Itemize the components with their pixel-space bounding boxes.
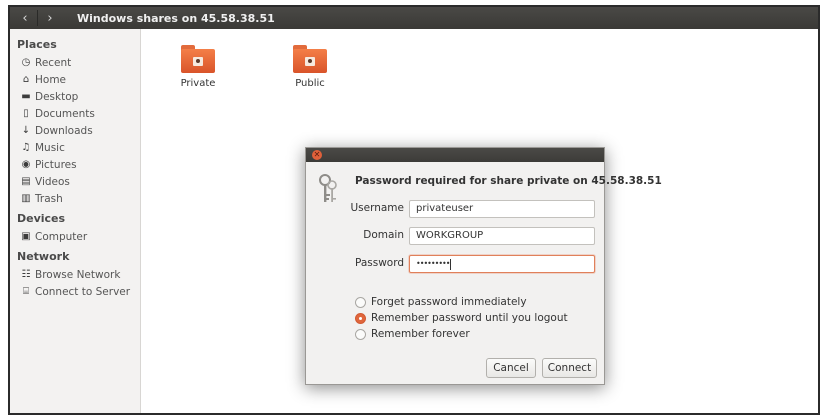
- share-item-private[interactable]: Private: [168, 45, 228, 89]
- sidebar-item-label: Desktop: [35, 90, 79, 103]
- sidebar-item-label: Browse Network: [35, 268, 121, 281]
- sidebar-item-label: Computer: [35, 230, 88, 243]
- nav-separator: [37, 10, 38, 26]
- connect-button[interactable]: Connect: [542, 358, 597, 378]
- username-row: Username privateuser: [306, 200, 606, 218]
- computer-icon: ▣: [21, 231, 31, 242]
- sidebar-item-label: Downloads: [35, 124, 93, 137]
- dialog-heading: Password required for share private on 4…: [355, 175, 662, 187]
- share-label: Private: [180, 78, 216, 89]
- radio-button[interactable]: [355, 296, 366, 308]
- sidebar-item-music[interactable]: ♫ Music: [10, 139, 140, 156]
- cancel-button[interactable]: Cancel: [486, 358, 536, 378]
- music-icon: ♫: [21, 142, 31, 153]
- home-icon: ⌂: [22, 74, 30, 85]
- username-label: Username: [350, 202, 404, 214]
- chevron-left-icon: ‹: [22, 10, 28, 26]
- close-button[interactable]: ✕: [312, 150, 322, 160]
- sidebar-item-label: Pictures: [35, 158, 77, 171]
- shared-folder-icon: [181, 45, 215, 75]
- password-field[interactable]: •••••••••: [409, 255, 595, 273]
- share-label: Public: [295, 78, 325, 89]
- sidebar-item-pictures[interactable]: ◉ Pictures: [10, 156, 140, 173]
- film-icon: ▤: [21, 176, 31, 187]
- radio-forget-immediately[interactable]: Forget password immediately: [355, 294, 527, 310]
- sidebar: Places ◷ Recent ⌂ Home ▬ Desktop ▯ Docum…: [10, 29, 141, 413]
- radio-label: Remember forever: [371, 328, 470, 340]
- radio-label: Forget password immediately: [371, 296, 527, 308]
- username-field[interactable]: privateuser: [409, 200, 595, 218]
- clock-icon: ◷: [21, 57, 31, 68]
- sidebar-item-label: Documents: [35, 107, 95, 120]
- password-dialog: ✕ Password required for share private on…: [305, 147, 662, 385]
- sidebar-section-places: Places: [17, 38, 57, 51]
- share-item-public[interactable]: Public: [280, 45, 340, 89]
- sidebar-item-downloads[interactable]: ↓ Downloads: [10, 122, 140, 139]
- sidebar-item-computer[interactable]: ▣ Computer: [10, 228, 140, 245]
- sidebar-item-label: Home: [35, 73, 67, 86]
- camera-icon: ◉: [21, 159, 31, 170]
- download-icon: ↓: [21, 125, 31, 136]
- document-icon: ▯: [23, 108, 29, 119]
- sidebar-item-label: Connect to Server: [35, 285, 131, 298]
- forward-button[interactable]: ›: [41, 7, 59, 29]
- sidebar-item-trash[interactable]: ▥ Trash: [10, 190, 140, 207]
- sidebar-section-devices: Devices: [17, 212, 66, 225]
- sidebar-item-home[interactable]: ⌂ Home: [10, 71, 140, 88]
- radio-button[interactable]: [355, 328, 366, 340]
- network-icon: ☷: [21, 269, 31, 280]
- sidebar-item-label: Trash: [35, 192, 63, 205]
- server-icon: ⌸: [23, 286, 29, 297]
- window-title: Windows shares on 45.58.38.51: [77, 11, 275, 25]
- sidebar-item-browse-network[interactable]: ☷ Browse Network: [10, 266, 140, 283]
- sidebar-item-desktop[interactable]: ▬ Desktop: [10, 88, 140, 105]
- sidebar-item-videos[interactable]: ▤ Videos: [10, 173, 140, 190]
- domain-field[interactable]: WORKGROUP: [409, 227, 595, 245]
- text-caret: [450, 258, 452, 270]
- sidebar-section-network: Network: [17, 250, 70, 263]
- close-icon: ✕: [313, 150, 321, 159]
- sidebar-item-label: Videos: [35, 175, 70, 188]
- radio-button-checked[interactable]: [355, 312, 366, 324]
- back-button[interactable]: ‹: [16, 7, 34, 29]
- shared-folder-icon: [293, 45, 327, 75]
- sidebar-item-recent[interactable]: ◷ Recent: [10, 54, 140, 71]
- sidebar-item-documents[interactable]: ▯ Documents: [10, 105, 140, 122]
- radio-remember-until-logout[interactable]: Remember password until you logout: [355, 310, 568, 326]
- dialog-titlebar: ✕: [306, 148, 604, 162]
- password-row: Password •••••••••: [306, 255, 606, 273]
- domain-label: Domain: [363, 229, 404, 241]
- sidebar-item-label: Recent: [35, 56, 72, 69]
- radio-label: Remember password until you logout: [371, 312, 568, 324]
- window-titlebar: ‹ › Windows shares on 45.58.38.51: [10, 7, 818, 29]
- desktop-folder-icon: ▬: [21, 91, 31, 102]
- password-label: Password: [354, 257, 404, 269]
- password-mask: •••••••••: [416, 259, 450, 268]
- radio-remember-forever[interactable]: Remember forever: [355, 326, 470, 342]
- chevron-right-icon: ›: [47, 10, 53, 26]
- sidebar-item-label: Music: [35, 141, 65, 154]
- domain-row: Domain WORKGROUP: [306, 227, 606, 245]
- trash-icon: ▥: [21, 193, 31, 204]
- sidebar-item-connect-to-server[interactable]: ⌸ Connect to Server: [10, 283, 140, 300]
